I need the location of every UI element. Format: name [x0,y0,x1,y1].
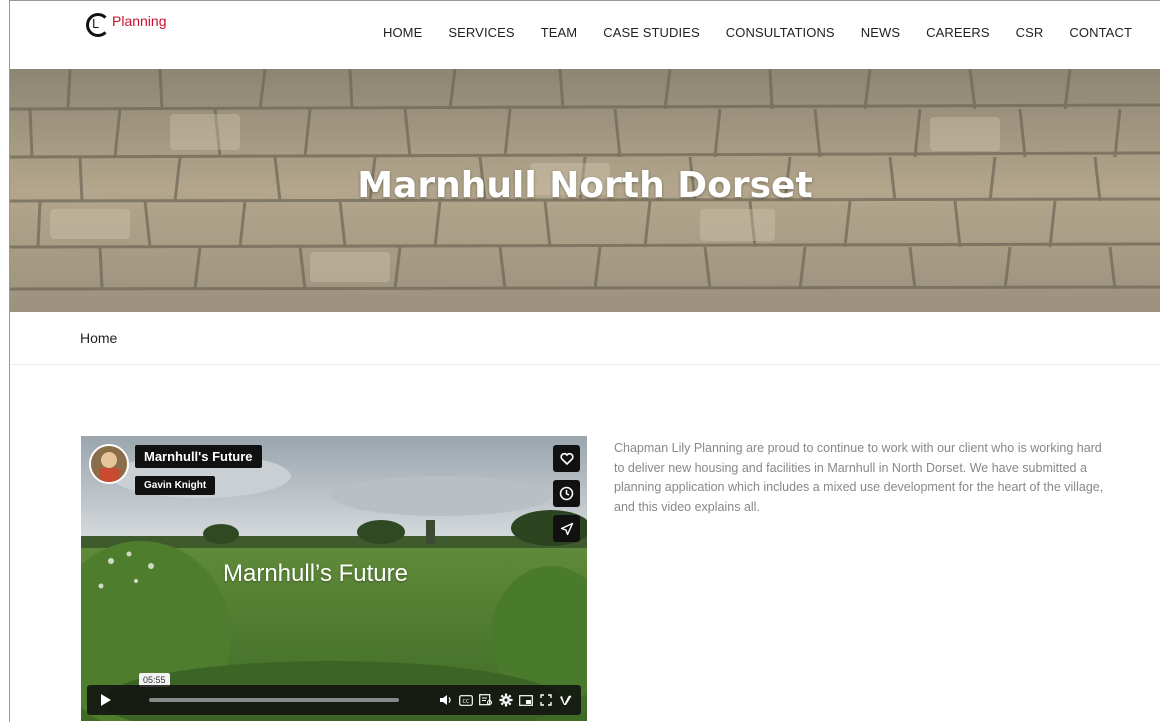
nav-careers[interactable]: CAREERS [926,25,990,40]
settings-icon[interactable] [499,691,513,709]
nav-case-studies[interactable]: CASE STUDIES [603,25,700,40]
video-overlay-title: Marnhull’s Future [223,560,408,587]
video-player[interactable]: Marnhull's Future Gavin Knight Marnhull’… [81,436,587,721]
fullscreen-icon[interactable] [539,691,553,709]
logo-text: Planning [112,13,167,29]
watch-later-button[interactable] [553,480,580,507]
send-icon [560,522,573,535]
clock-icon [559,486,574,501]
hero-banner: Marnhull North Dorset [10,69,1160,312]
site-logo[interactable]: L Planning [86,11,206,45]
avatar-image [91,446,127,482]
play-icon [101,694,111,706]
share-button[interactable] [553,515,580,542]
author-avatar[interactable] [89,444,129,484]
nav-services[interactable]: SERVICES [448,25,514,40]
nav-news[interactable]: NEWS [861,25,900,40]
progress-bar[interactable] [149,698,399,702]
nav-team[interactable]: TEAM [541,25,578,40]
video-title[interactable]: Marnhull's Future [135,445,262,468]
main-nav: HOME SERVICES TEAM CASE STUDIES CONSULTA… [357,25,1132,40]
project-description: Chapman Lily Planning are proud to conti… [614,441,1104,514]
video-controls: CC [87,685,581,715]
video-author[interactable]: Gavin Knight [135,476,216,495]
pip-icon[interactable] [519,691,533,709]
nav-contact[interactable]: CONTACT [1069,25,1132,40]
like-button[interactable] [553,445,580,472]
play-button[interactable] [95,689,117,711]
breadcrumb-home-link[interactable]: Home [80,330,117,346]
svg-text:CC: CC [463,698,470,704]
nav-home[interactable]: HOME [383,25,422,40]
logo-letter: L [92,17,99,31]
captions-icon[interactable]: CC [459,691,473,709]
nav-csr[interactable]: CSR [1016,25,1044,40]
site-header: L Planning HOME SERVICES TEAM CASE STUDI… [10,1,1160,69]
breadcrumb: Home [10,312,1160,365]
page-title: Marnhull North Dorset [357,165,813,206]
volume-icon[interactable] [439,691,453,709]
heart-icon [559,452,574,465]
transcript-icon[interactable] [479,691,493,709]
control-icons: CC [439,691,573,709]
vimeo-icon[interactable] [559,691,573,709]
nav-consultations[interactable]: CONSULTATIONS [726,25,835,40]
